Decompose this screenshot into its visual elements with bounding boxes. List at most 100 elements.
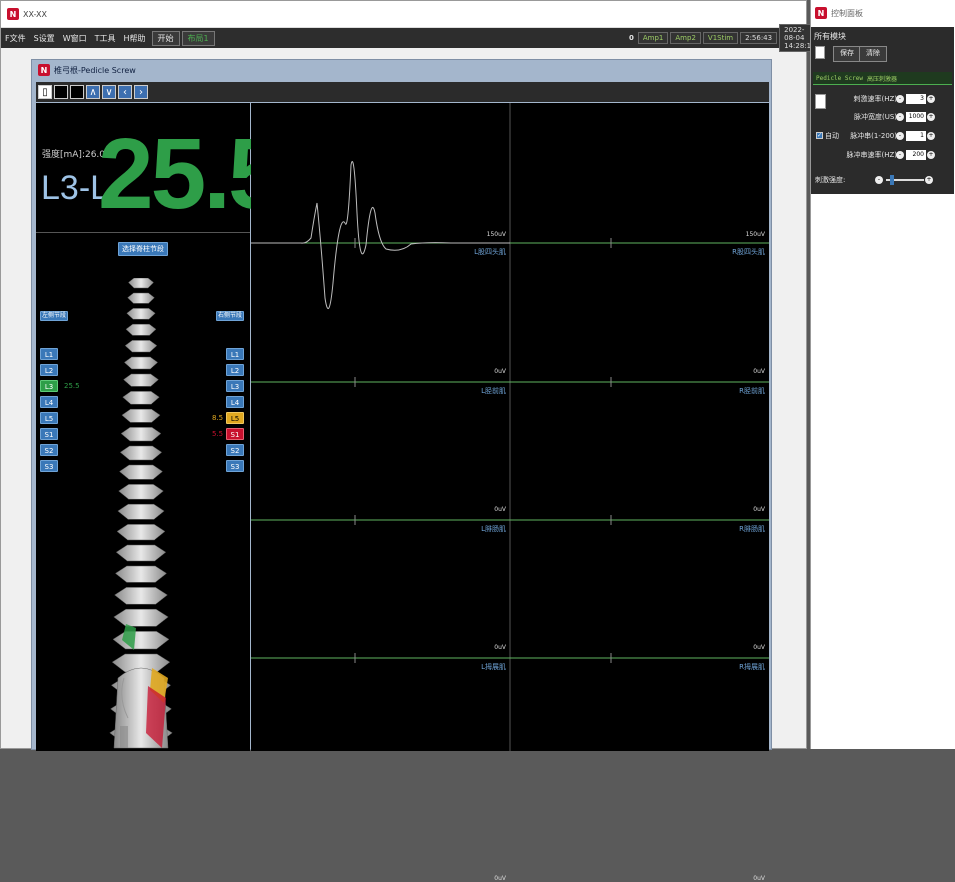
right-segment-l5[interactable]: L5	[226, 412, 244, 424]
vertebra	[127, 292, 155, 304]
pulse-count-decrement[interactable]: -	[896, 132, 904, 140]
vertebra	[114, 587, 168, 605]
control-panel-body: 所有模块 保存 清除 Pedicle Screw 高压刺激器 刺激速率(HZ) …	[811, 27, 954, 194]
menu-help[interactable]: H帮助	[120, 33, 150, 44]
left-segment-s1[interactable]: S1	[40, 428, 58, 440]
channel-label-left: L腓肠肌	[481, 525, 506, 533]
vertebra	[116, 524, 166, 541]
scale-bottom-left: 0uV	[494, 506, 506, 513]
pulse-count-increment[interactable]: +	[927, 132, 935, 140]
left-segment-l5[interactable]: L5	[40, 412, 58, 424]
vertebra	[125, 323, 157, 336]
left-segment-s3[interactable]: S3	[40, 460, 58, 472]
left-segment-l2[interactable]: L2	[40, 364, 58, 376]
right-segment-l3[interactable]: L3	[226, 380, 244, 392]
intensity-increment[interactable]: +	[925, 176, 933, 184]
layout-dark-icon[interactable]	[54, 85, 68, 99]
pulse-width-increment[interactable]: +	[927, 113, 935, 121]
time-right-icon[interactable]: ›	[134, 85, 148, 99]
left-segment-l1[interactable]: L1	[40, 348, 58, 360]
pulse-count-label: 脉冲串(1-200)	[850, 132, 897, 140]
channel-label-left: L胫前肌	[481, 387, 506, 395]
module-stimulator: 高压刺激器	[866, 75, 897, 83]
status-bar: 0 Amp1 Amp2 V1Stim 2:56:43 2022-08-04 14…	[629, 24, 821, 52]
pulse-width-decrement[interactable]: -	[896, 113, 904, 121]
layout-dark2-icon[interactable]	[70, 85, 84, 99]
clear-button[interactable]: 清除	[859, 46, 887, 62]
right-segment-s3[interactable]: S3	[226, 460, 244, 472]
inner-logo-icon: N	[38, 64, 50, 76]
layout-button[interactable]: 布局1	[181, 30, 215, 46]
vertebra	[115, 565, 167, 583]
right-segment-value-s1: 5.5	[212, 430, 224, 438]
left-segment-s2[interactable]: S2	[40, 444, 58, 456]
channel-label-right: R股四头肌	[732, 248, 765, 256]
scale-down-icon[interactable]: ∨	[102, 85, 116, 99]
waveform-panel: L股四头肌 R股四头肌 150uV 150uV 0uV 0uV L胫前肌 R胫前肌 0uV 0uV…	[251, 103, 769, 882]
menu-tools[interactable]: T工具	[91, 33, 120, 44]
vertebra	[112, 631, 170, 650]
module-icon[interactable]	[815, 46, 825, 59]
rate-field[interactable]: 3	[906, 94, 926, 104]
main-titlebar: N XX-XX	[1, 1, 806, 28]
layout-single-icon[interactable]: ▯	[38, 85, 52, 99]
vertebra	[122, 391, 160, 405]
channel-label-left: L股四头肌	[474, 248, 506, 256]
time-left-icon[interactable]: ‹	[118, 85, 132, 99]
start-button[interactable]: 开始	[151, 30, 180, 46]
inner-titlebar: N 椎弓根-Pedicle Screw	[32, 60, 771, 80]
scale-top-right: 150uV	[745, 231, 765, 238]
vertebra	[115, 544, 167, 562]
rate-label: 刺激速率(HZ)	[853, 95, 897, 103]
channel-label-right: R胫前肌	[739, 387, 765, 395]
right-segment-l2[interactable]: L2	[226, 364, 244, 376]
right-segment-s1[interactable]: S1	[226, 428, 244, 440]
right-segment-l1[interactable]: L1	[226, 348, 244, 360]
result-divider	[36, 232, 250, 233]
train-rate-increment[interactable]: +	[927, 151, 935, 159]
menu-settings[interactable]: S设置	[30, 33, 59, 44]
right-segment-s2[interactable]: S2	[226, 444, 244, 456]
spine-illustration	[109, 278, 173, 749]
channel-label-right: R拇展肌	[739, 663, 765, 671]
menu-file[interactable]: F文件	[1, 33, 30, 44]
intensity-slider-thumb[interactable]	[889, 175, 894, 185]
vertebra	[113, 608, 169, 627]
train-rate-decrement[interactable]: -	[896, 151, 904, 159]
vertebra	[120, 427, 162, 442]
vertebra	[117, 503, 165, 520]
rate-decrement[interactable]: -	[896, 95, 904, 103]
left-segment-l3[interactable]: L3	[40, 380, 58, 392]
scale-bottom-left: 0uV	[494, 644, 506, 651]
auto-checkbox[interactable]: ✓	[816, 132, 823, 139]
vertebra	[123, 373, 159, 387]
main-window-title: XX-XX	[23, 9, 48, 19]
right-segment-l4[interactable]: L4	[226, 396, 244, 408]
stim-intensity-label: 刺激强度:	[815, 176, 846, 184]
module-name: Pedicle Screw	[816, 74, 863, 82]
mep-waveform	[251, 160, 510, 310]
stimulator-icon[interactable]	[815, 94, 826, 109]
pulse-width-field[interactable]: 1000	[906, 112, 926, 122]
status-amp2: Amp2	[670, 32, 701, 44]
waveform-grid	[251, 103, 769, 751]
control-panel-title: 控制面板	[831, 8, 863, 18]
scale-bottom-right: 0uV	[753, 644, 765, 651]
train-rate-field[interactable]: 200	[906, 150, 926, 160]
status-v1stim: V1Stim	[702, 32, 739, 44]
save-button[interactable]: 保存	[833, 46, 861, 62]
menu-window[interactable]: W窗口	[59, 33, 91, 44]
select-spine-segment-button[interactable]: 选择脊柱节段	[118, 242, 168, 256]
scale-bottom-right: 0uV	[753, 506, 765, 513]
intensity-decrement[interactable]: -	[875, 176, 883, 184]
intensity-readout: 强度[mA]:26.0	[42, 150, 106, 160]
scale-up-icon[interactable]: ∧	[86, 85, 100, 99]
left-segment-l4[interactable]: L4	[40, 396, 58, 408]
main-window: N XX-XX F文件 S设置 W窗口 T工具 H帮助 开始 布局1 0 Amp…	[0, 0, 821, 882]
vertebra	[118, 484, 164, 500]
pulse-count-field[interactable]: 1	[906, 131, 926, 141]
pedicle-screw-window: N 椎弓根-Pedicle Screw ▯ ∧ ∨ ‹ › 强度[mA]:26.…	[31, 59, 772, 882]
app-logo-icon: N	[7, 8, 19, 20]
rate-increment[interactable]: +	[927, 95, 935, 103]
scale-bottom-left: 0uV	[494, 875, 506, 882]
